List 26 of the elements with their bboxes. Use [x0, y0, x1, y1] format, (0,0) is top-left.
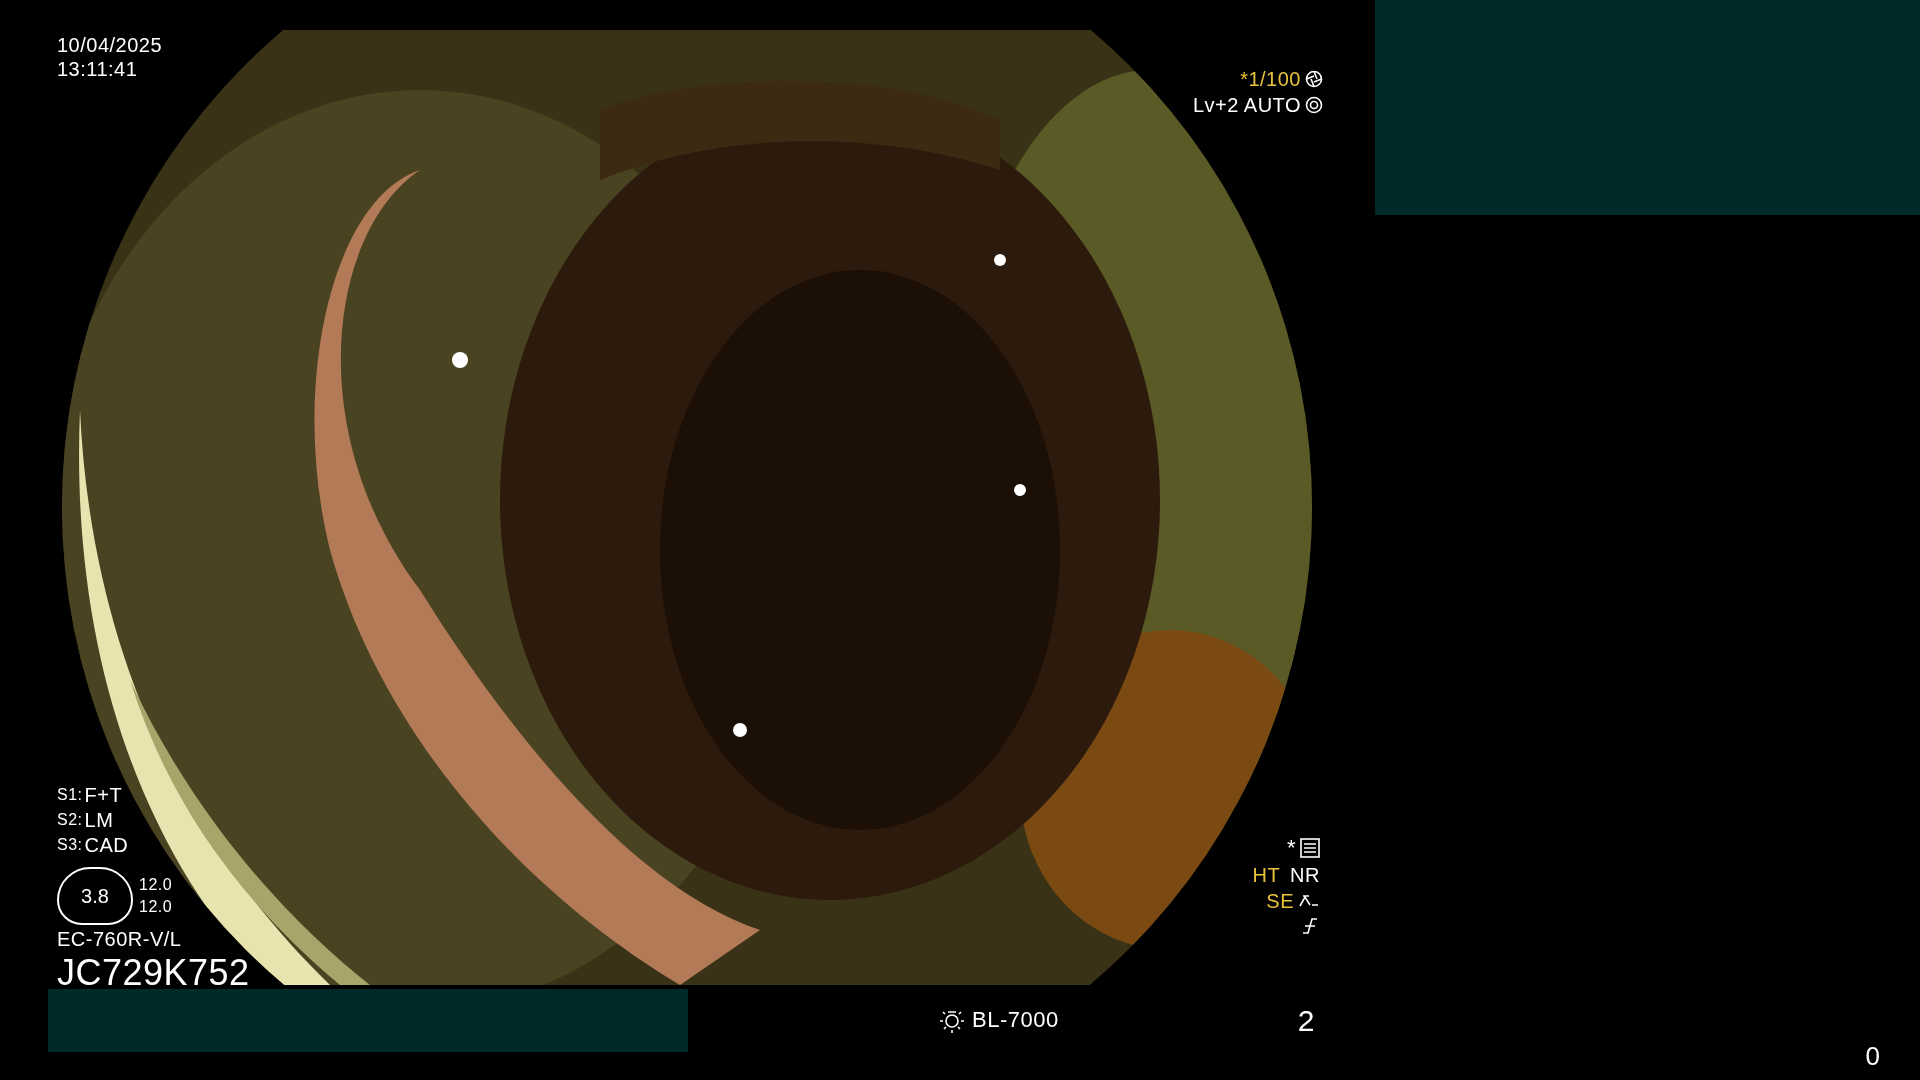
- switch-value: CAD: [84, 834, 129, 856]
- sliders-icon: [1300, 838, 1320, 859]
- date-text: 10/04/2025: [57, 34, 163, 56]
- aperture-icon: [1305, 70, 1323, 88]
- edge-label: SE: [1266, 890, 1294, 913]
- zoom-gauge: 3.8: [57, 867, 133, 925]
- switch-value: F+T: [84, 784, 123, 806]
- shutter-text: *1/100: [1240, 68, 1301, 90]
- switch-value: LM: [84, 809, 114, 831]
- gauge-reading: 12.0: [139, 876, 173, 894]
- serial-number-text: JC729K752: [57, 953, 250, 993]
- switch-label: S2:: [57, 811, 83, 829]
- iris-icon: [1305, 96, 1323, 114]
- switch-label: S3:: [57, 836, 83, 854]
- enhancement-label: HT: [1252, 864, 1281, 887]
- scope-model-text: EC-760R-V/L: [57, 928, 183, 950]
- filter-icon: [1300, 916, 1320, 937]
- preset-mark: *: [1286, 836, 1296, 861]
- enhancement-label: NR: [1290, 864, 1320, 887]
- light-source-text: BL-7000: [972, 1007, 1059, 1033]
- channel-number: 2: [1297, 1003, 1315, 1037]
- switch-label: S1:: [57, 786, 83, 804]
- exposure-mode-text: Lv+2 AUTO: [1192, 94, 1301, 116]
- gauge-reading: 12.0: [139, 898, 173, 916]
- time-text: 13:11:41: [57, 58, 139, 80]
- counter-text: 0: [1865, 1041, 1880, 1072]
